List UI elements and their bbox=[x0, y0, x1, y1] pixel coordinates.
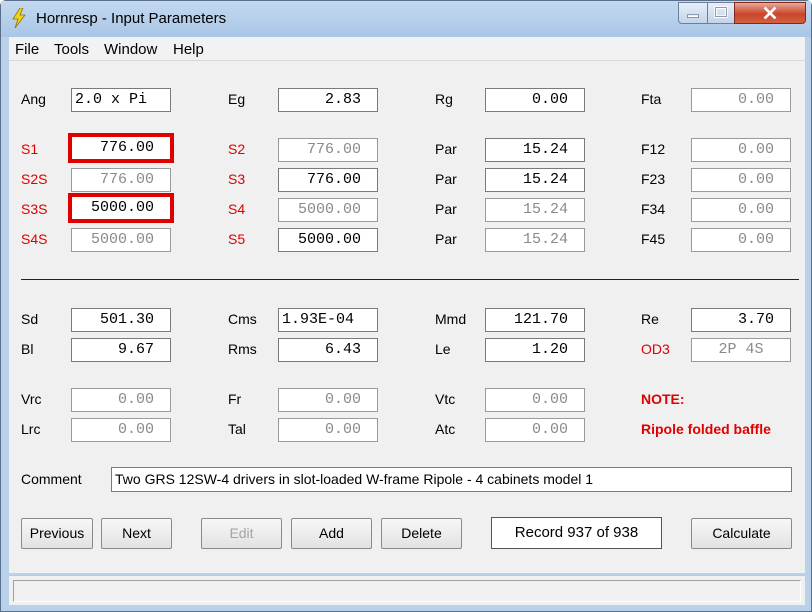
s1-label: S1 bbox=[21, 141, 39, 157]
mmd-field[interactable]: 121.70 bbox=[485, 308, 585, 332]
vrc-field: 0.00 bbox=[71, 388, 171, 412]
input-parameters-panel: Ang 2.0 x Pi Eg 2.83 Rg 0.00 Fta 0.00 S1… bbox=[9, 61, 805, 573]
comment-field[interactable]: Two GRS 12SW-4 drivers in slot-loaded W-… bbox=[111, 467, 792, 492]
f34-label: F34 bbox=[641, 201, 666, 217]
title-bar[interactable]: Hornresp - Input Parameters bbox=[1, 1, 811, 37]
vrc-label: Vrc bbox=[21, 391, 42, 407]
delete-button[interactable]: Delete bbox=[381, 518, 462, 549]
lrc-field: 0.00 bbox=[71, 418, 171, 442]
par4-field: 15.24 bbox=[485, 228, 585, 252]
close-icon bbox=[763, 6, 777, 20]
s2-label: S2 bbox=[228, 141, 246, 157]
close-button[interactable] bbox=[734, 2, 806, 24]
par2-label: Par bbox=[435, 171, 457, 187]
minimize-button[interactable] bbox=[678, 2, 708, 24]
sd-field[interactable]: 501.30 bbox=[71, 308, 171, 332]
bl-label: Bl bbox=[21, 341, 34, 357]
tal-label: Tal bbox=[228, 421, 246, 437]
s2-field: 776.00 bbox=[278, 138, 378, 162]
s5-label: S5 bbox=[228, 231, 246, 247]
par3-field: 15.24 bbox=[485, 198, 585, 222]
s4s-label: S4S bbox=[21, 231, 48, 247]
cms-field[interactable]: 1.93E-04 bbox=[278, 308, 378, 332]
f45-label: F45 bbox=[641, 231, 666, 247]
f23-field: 0.00 bbox=[691, 168, 791, 192]
mmd-label: Mmd bbox=[435, 311, 467, 327]
s2s-label: S2S bbox=[21, 171, 48, 187]
f45-field: 0.00 bbox=[691, 228, 791, 252]
lightning-icon bbox=[12, 8, 26, 28]
ang-label: Ang bbox=[21, 91, 46, 107]
window-title: Hornresp - Input Parameters bbox=[36, 10, 227, 27]
s4-field: 5000.00 bbox=[278, 198, 378, 222]
par1-label: Par bbox=[435, 141, 457, 157]
atc-field: 0.00 bbox=[485, 418, 585, 442]
eg-label: Eg bbox=[228, 91, 246, 107]
status-bar bbox=[9, 575, 805, 605]
rg-field[interactable]: 0.00 bbox=[485, 88, 585, 112]
cms-label: Cms bbox=[228, 311, 257, 327]
ang-field[interactable]: 2.0 x Pi bbox=[71, 88, 171, 112]
par1-field[interactable]: 15.24 bbox=[485, 138, 585, 162]
eg-field[interactable]: 2.83 bbox=[278, 88, 378, 112]
fta-label: Fta bbox=[641, 91, 662, 107]
atc-label: Atc bbox=[435, 421, 456, 437]
s2s-field: 776.00 bbox=[71, 168, 171, 192]
par4-label: Par bbox=[435, 231, 457, 247]
rms-label: Rms bbox=[228, 341, 257, 357]
note-text: Ripole folded baffle bbox=[641, 421, 771, 437]
fta-field: 0.00 bbox=[691, 88, 791, 112]
bl-field[interactable]: 9.67 bbox=[71, 338, 171, 362]
par3-label: Par bbox=[435, 201, 457, 217]
s4-label: S4 bbox=[228, 201, 246, 217]
menu-tools[interactable]: Tools bbox=[54, 41, 89, 58]
f12-label: F12 bbox=[641, 141, 666, 157]
edit-button: Edit bbox=[201, 518, 282, 549]
re-field[interactable]: 3.70 bbox=[691, 308, 791, 332]
fr-field: 0.00 bbox=[278, 388, 378, 412]
re-label: Re bbox=[641, 311, 659, 327]
rms-field[interactable]: 6.43 bbox=[278, 338, 378, 362]
le-label: Le bbox=[435, 341, 451, 357]
menu-window[interactable]: Window bbox=[104, 41, 157, 58]
menu-help[interactable]: Help bbox=[173, 41, 204, 58]
s3s-label: S3S bbox=[21, 201, 48, 217]
section-divider bbox=[21, 279, 799, 280]
maximize-icon bbox=[714, 6, 728, 18]
maximize-button[interactable] bbox=[707, 2, 735, 24]
menu-bar: File Tools Window Help bbox=[9, 37, 805, 61]
f12-field: 0.00 bbox=[691, 138, 791, 162]
note-label: NOTE: bbox=[641, 391, 685, 407]
tal-field: 0.00 bbox=[278, 418, 378, 442]
od3-label: OD3 bbox=[641, 341, 670, 357]
s4s-field: 5000.00 bbox=[71, 228, 171, 252]
sd-label: Sd bbox=[21, 311, 39, 327]
lrc-label: Lrc bbox=[21, 421, 41, 437]
s5-field[interactable]: 5000.00 bbox=[278, 228, 378, 252]
comment-label: Comment bbox=[21, 471, 82, 487]
fr-label: Fr bbox=[228, 391, 242, 407]
previous-button[interactable]: Previous bbox=[21, 518, 93, 549]
record-indicator: Record 937 of 938 bbox=[491, 517, 662, 549]
s3-label: S3 bbox=[228, 171, 246, 187]
vtc-field: 0.00 bbox=[485, 388, 585, 412]
le-field[interactable]: 1.20 bbox=[485, 338, 585, 362]
menu-file[interactable]: File bbox=[15, 41, 39, 58]
hornresp-window: Hornresp - Input Parameters File Tools W… bbox=[0, 0, 812, 612]
f34-field: 0.00 bbox=[691, 198, 791, 222]
par2-field[interactable]: 15.24 bbox=[485, 168, 585, 192]
status-panel bbox=[13, 580, 801, 602]
vtc-label: Vtc bbox=[435, 391, 456, 407]
add-button[interactable]: Add bbox=[291, 518, 372, 549]
s3s-field[interactable]: 5000.00 bbox=[68, 193, 174, 223]
s3-field[interactable]: 776.00 bbox=[278, 168, 378, 192]
minimize-icon bbox=[687, 14, 699, 18]
rg-label: Rg bbox=[435, 91, 453, 107]
calculate-button[interactable]: Calculate bbox=[691, 518, 792, 549]
s1-field[interactable]: 776.00 bbox=[68, 133, 174, 163]
od3-field: 2P 4S bbox=[691, 338, 791, 362]
f23-label: F23 bbox=[641, 171, 666, 187]
next-button[interactable]: Next bbox=[101, 518, 172, 549]
